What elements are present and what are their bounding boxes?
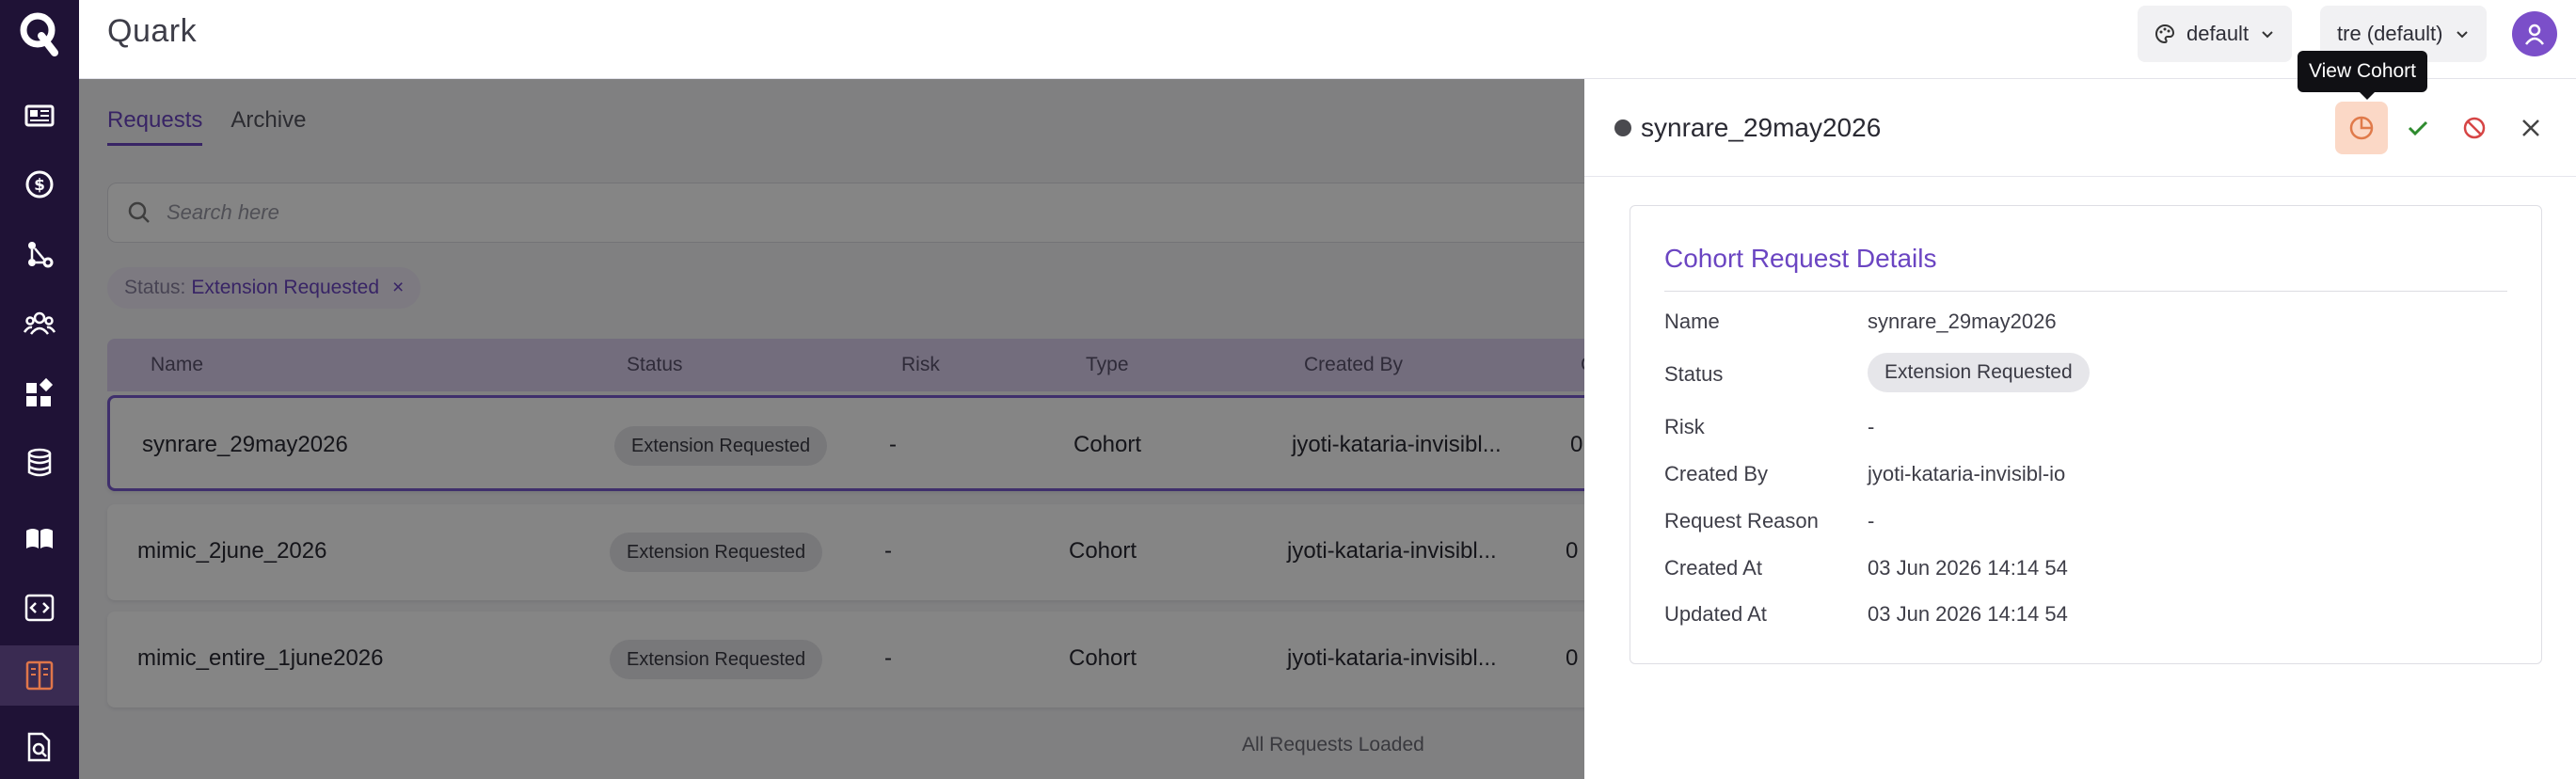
- close-icon: [2522, 119, 2539, 136]
- sidebar-item-dashboard[interactable]: [0, 85, 79, 145]
- detail-label-name: Name: [1664, 310, 1720, 333]
- detail-status-badge: Extension Requested: [1868, 353, 2090, 392]
- user-icon: [2525, 24, 2544, 45]
- chevron-down-icon: [2456, 31, 2468, 39]
- sidebar-item-code[interactable]: [0, 578, 79, 638]
- app-title: Quark: [107, 13, 198, 49]
- widgets-icon: [26, 377, 54, 406]
- theme-select-value: default: [2186, 22, 2250, 45]
- chevron-down-icon: [2262, 31, 2273, 39]
- quark-logo[interactable]: [0, 0, 79, 68]
- book-icon: [26, 529, 53, 548]
- request-detail-drawer: synrare_29may2026 Cohort Request Details…: [1584, 79, 2576, 779]
- sidebar-item-databases[interactable]: [0, 433, 79, 493]
- check-icon: [2408, 120, 2428, 136]
- detail-value-request-reason: -: [1868, 509, 1875, 533]
- sidebar-item-requests[interactable]: [0, 645, 79, 706]
- close-button[interactable]: [2504, 102, 2557, 154]
- detail-value-updated-at: 03 Jun 2026 14:14 54: [1868, 602, 2068, 626]
- detail-label-risk: Risk: [1664, 415, 1705, 438]
- card-divider: [1664, 291, 2507, 292]
- card-title: Cohort Request Details: [1664, 244, 1937, 273]
- sidebar-item-review[interactable]: [0, 717, 79, 777]
- status-dot: [1614, 119, 1631, 136]
- dollar-icon: $: [25, 170, 54, 199]
- detail-label-request-reason: Request Reason: [1664, 509, 1819, 533]
- view-cohort-tooltip: View Cohort: [2298, 51, 2428, 100]
- modal-overlay[interactable]: [79, 79, 1584, 779]
- database-icon: [27, 448, 52, 477]
- sidebar-item-users[interactable]: [0, 294, 79, 354]
- detail-value-name: synrare_29may2026: [1868, 310, 2057, 333]
- detail-value-created-at: 03 Jun 2026 14:14 54: [1868, 556, 2068, 580]
- sidebar-item-studies[interactable]: [0, 508, 79, 568]
- file-search-icon: [27, 732, 51, 762]
- palette-icon: [2155, 24, 2174, 44]
- drawer-title: synrare_29may2026: [1641, 113, 1882, 142]
- sidebar-item-billing[interactable]: $: [0, 154, 79, 215]
- sidebar-item-apps[interactable]: [0, 363, 79, 423]
- news-icon: [24, 104, 55, 127]
- block-icon: [2463, 117, 2486, 139]
- pie-chart-icon: [2349, 116, 2374, 140]
- drawer-header: synrare_29may2026: [1584, 79, 2576, 177]
- detail-label-created-by: Created By: [1664, 462, 1769, 485]
- code-icon: [24, 594, 55, 622]
- detail-label-created-at: Created At: [1664, 556, 1762, 580]
- top-bar: Quark default tre (default): [79, 0, 2576, 79]
- workflow-icon: [28, 242, 54, 268]
- theme-select[interactable]: default: [2138, 6, 2293, 62]
- detail-value-risk: -: [1868, 415, 1875, 438]
- detail-label-updated-at: Updated At: [1664, 602, 1767, 626]
- reject-button[interactable]: [2448, 102, 2501, 154]
- sidebar-item-pipelines[interactable]: [0, 224, 79, 284]
- user-avatar[interactable]: [2512, 11, 2557, 56]
- view-cohort-button[interactable]: [2335, 102, 2388, 154]
- tre-select-value: tre (default): [2337, 22, 2443, 45]
- svg-text:$: $: [34, 176, 45, 195]
- users-icon: [24, 311, 56, 335]
- request-list-icon: [25, 660, 54, 691]
- approve-button[interactable]: [2392, 102, 2444, 154]
- q-logo-icon: [20, 12, 58, 56]
- detail-label-status: Status: [1664, 362, 1724, 386]
- detail-value-created-by: jyoti-kataria-invisibl-io: [1868, 462, 2066, 485]
- sidebar: $: [0, 0, 79, 779]
- cohort-request-details-card: Cohort Request Details Name synrare_29ma…: [1630, 205, 2542, 664]
